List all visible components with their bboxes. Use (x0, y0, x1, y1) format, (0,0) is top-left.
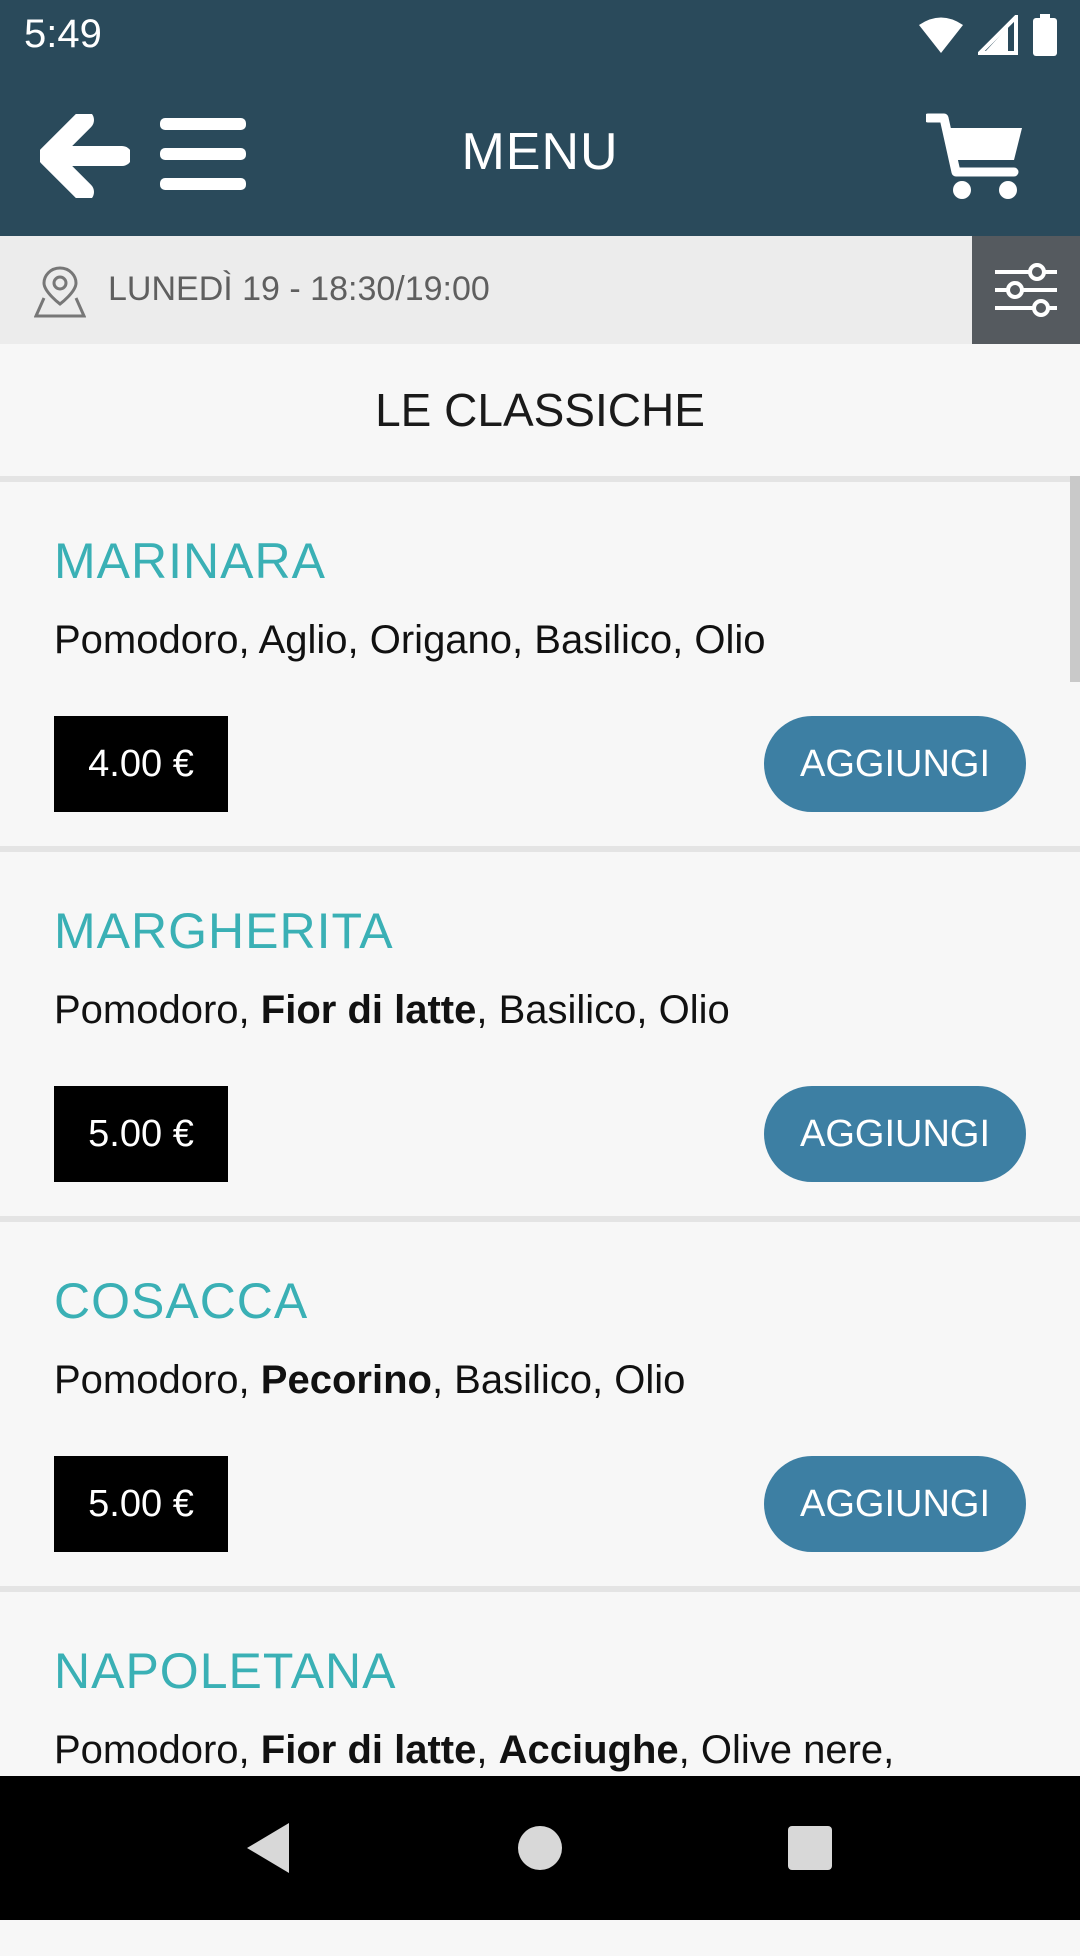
item-ingredient-highlight: Acciughe (498, 1728, 679, 1772)
delivery-date-time[interactable]: LUNEDÌ 19 - 18:30/19:00 (108, 270, 490, 309)
price-badge: 5.00 € (54, 1456, 228, 1552)
item-description: Pomodoro, Aglio, Origano, Basilico, Olio (54, 618, 765, 663)
item-name: MARINARA (54, 533, 326, 589)
item-name: NAPOLETANA (54, 1643, 397, 1699)
status-time: 5:49 (24, 12, 102, 56)
item-description: Pomodoro, Pecorino, Basilico, Olio (54, 1358, 685, 1403)
price-badge: 4.00 € (54, 716, 228, 812)
status-icons (918, 12, 1058, 61)
add-button[interactable]: AGGIUNGI (764, 1456, 1026, 1552)
item-ingredient-text: , (476, 1728, 499, 1772)
nav-home-icon[interactable] (504, 1812, 576, 1884)
nav-recents-icon[interactable] (774, 1812, 846, 1884)
item-ingredient-text: Pomodoro, (54, 988, 261, 1032)
item-ingredient-highlight: Fior di latte (260, 988, 477, 1032)
section-title: LE CLASSICHE (375, 384, 705, 436)
wifi-icon (918, 16, 964, 59)
delivery-info-bar: LUNEDÌ 19 - 18:30/19:00 (0, 236, 1080, 344)
scrollbar[interactable] (1070, 476, 1080, 682)
item-name: MARGHERITA (54, 903, 394, 959)
item-ingredient-text: , Basilico, Olio (431, 1358, 686, 1402)
item-ingredient-highlight: Fior di latte (260, 1728, 477, 1772)
item-ingredient-text: Pomodoro, (54, 1358, 261, 1402)
system-nav-bar (0, 1776, 1080, 1920)
map-pin-icon (33, 264, 87, 318)
price-badge: 5.00 € (54, 1086, 228, 1182)
item-name: COSACCA (54, 1273, 309, 1329)
menu-item: MARGHERITA Pomodoro, Fior di latte, Basi… (0, 852, 1080, 1216)
item-ingredient-text: , Basilico, Olio (476, 988, 730, 1032)
cart-icon[interactable] (923, 110, 1026, 202)
cell-signal-icon (975, 12, 1018, 60)
nav-back-icon[interactable] (232, 1812, 304, 1884)
item-ingredient-highlight: Pecorino (260, 1358, 432, 1402)
status-bar: 5:49 (0, 0, 1080, 74)
item-description: Pomodoro, Fior di latte, Basilico, Olio (54, 988, 730, 1033)
add-button[interactable]: AGGIUNGI (764, 1086, 1026, 1182)
menu-item: COSACCA Pomodoro, Pecorino, Basilico, Ol… (0, 1222, 1080, 1586)
battery-icon (1032, 14, 1058, 61)
item-ingredient-text: Pomodoro, Aglio, Origano, Basilico, Olio (54, 618, 766, 662)
item-ingredient-text: , Olive nere, (678, 1728, 895, 1772)
item-ingredient-text: Pomodoro, (54, 1728, 261, 1772)
menu-item: MARINARA Pomodoro, Aglio, Origano, Basil… (0, 482, 1080, 846)
add-button[interactable]: AGGIUNGI (764, 716, 1026, 812)
filter-sliders-icon[interactable] (972, 236, 1080, 344)
app-bar: MENU (0, 74, 1080, 236)
item-description: Pomodoro, Fior di latte, Acciughe, Olive… (54, 1728, 894, 1773)
page-title: MENU (461, 123, 619, 181)
